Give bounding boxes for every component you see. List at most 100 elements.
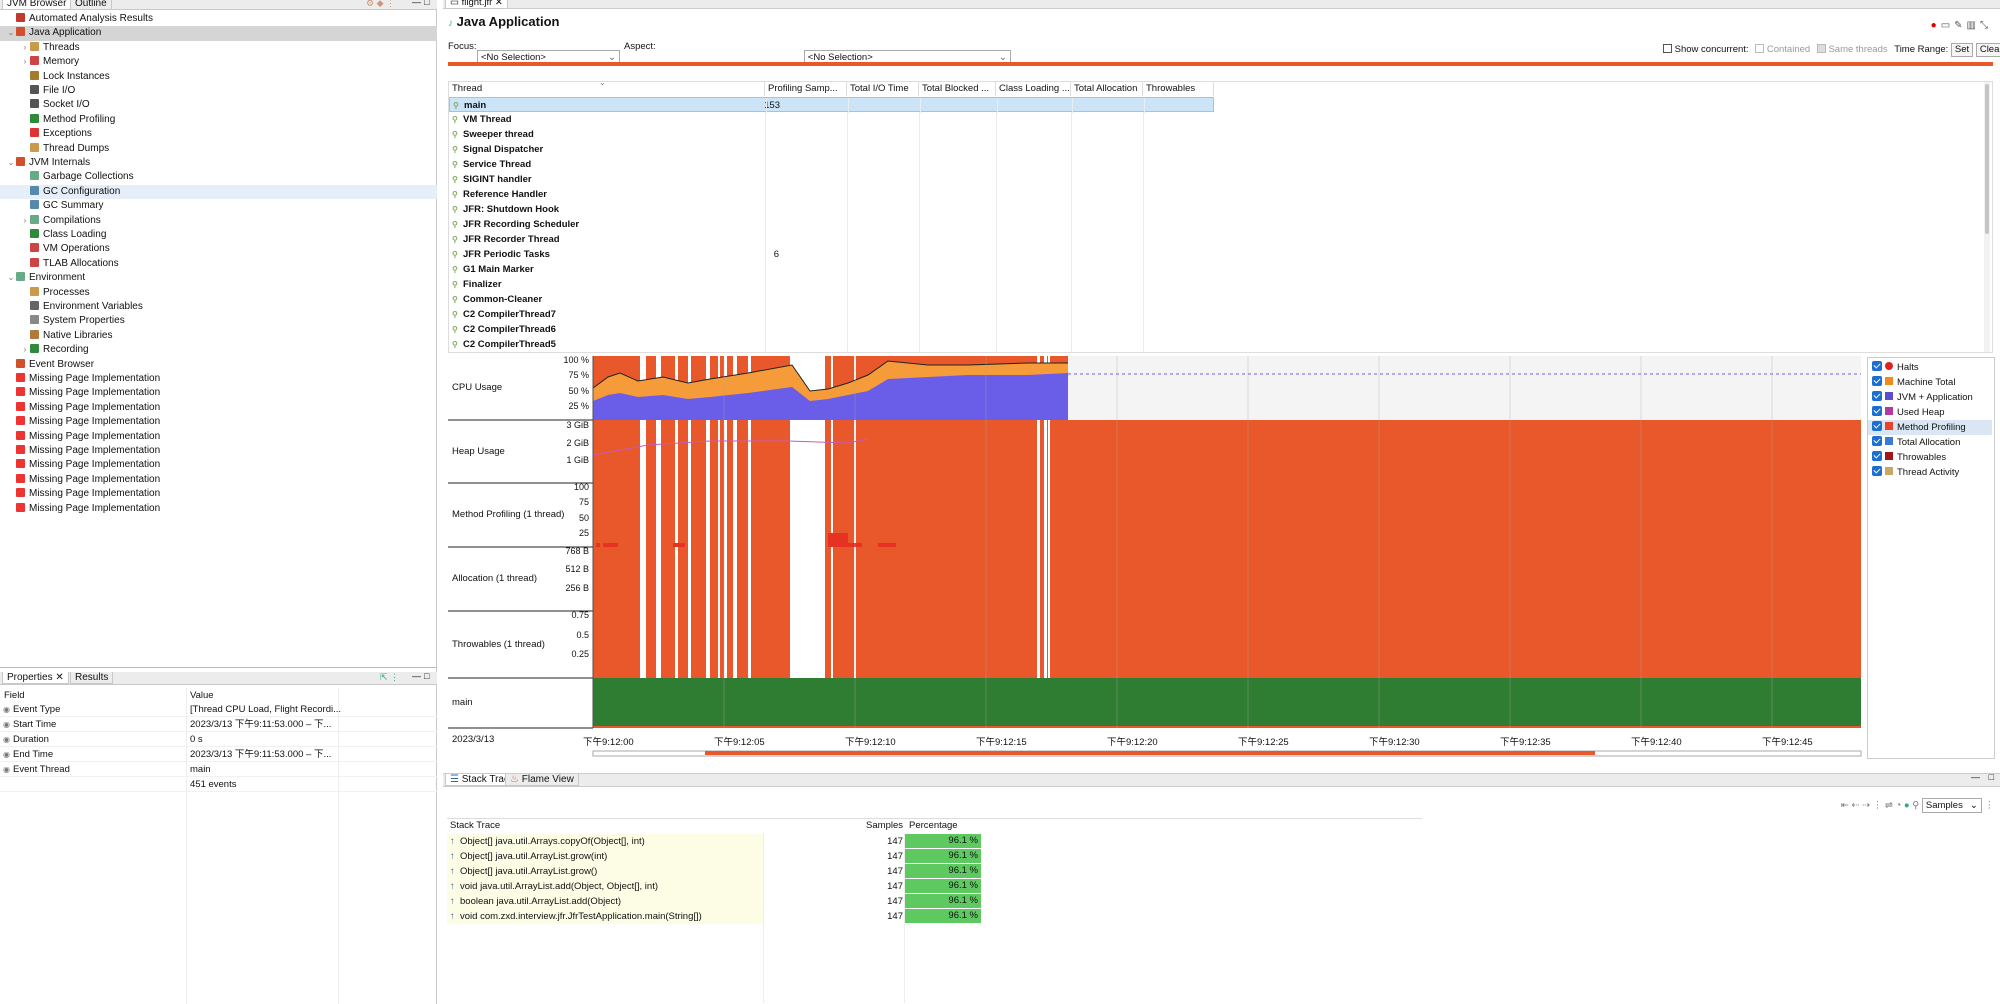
- table-row[interactable]: ⚲ Common-Cleaner: [449, 292, 1214, 307]
- legend-checkbox[interactable]: [1872, 466, 1882, 476]
- legend-checkbox[interactable]: [1872, 361, 1882, 371]
- timeline-selection[interactable]: [705, 751, 1595, 755]
- table-row[interactable]: ⚲ Reference Handler: [449, 187, 1214, 202]
- tree-item[interactable]: Environment Variables: [0, 300, 437, 314]
- stack-frame-row[interactable]: ↑ void com.zxd.interview.jfr.JfrTestAppli…: [447, 909, 1422, 924]
- open-view-icon[interactable]: ⇱ ⋮: [380, 672, 399, 683]
- tree-item[interactable]: ⌄ JVM Internals: [0, 156, 437, 170]
- layout-icon[interactable]: ⇌: [1885, 800, 1893, 811]
- table-scroll-thumb[interactable]: [1985, 84, 1989, 234]
- column-header[interactable]: Total Allocation: [1071, 82, 1143, 96]
- table-row[interactable]: ⚲ VM Thread: [449, 112, 1214, 127]
- legend-item[interactable]: Used Heap: [1868, 405, 1992, 420]
- tree-item[interactable]: › Threads: [0, 41, 437, 55]
- tab-flight-jfr[interactable]: ▭ flight.jfr ✕: [445, 0, 508, 9]
- collapsed-toggle-icon[interactable]: ›: [20, 343, 30, 357]
- tree-item[interactable]: Socket I/O: [0, 98, 437, 112]
- stack-frame-row[interactable]: ↑ Object[] java.util.ArrayList.grow() 147 9…: [447, 864, 1422, 879]
- nav-first-icon[interactable]: ⇤: [1841, 800, 1849, 811]
- table-row[interactable]: ⚲ C2 CompilerThread6: [449, 322, 1214, 337]
- tree-item[interactable]: Missing Page Implementation: [0, 430, 437, 444]
- table-row[interactable]: ⚲ JFR Recorder Thread: [449, 232, 1214, 247]
- tree-item[interactable]: Automated Analysis Results: [0, 12, 437, 26]
- group-icon[interactable]: ⋮: [1873, 800, 1883, 811]
- alert-icon[interactable]: ●: [1931, 20, 1941, 31]
- tree-item[interactable]: Garbage Collections: [0, 170, 437, 184]
- tab-properties[interactable]: Properties ✕: [2, 672, 69, 684]
- table-row[interactable]: ⚲ JFR: Shutdown Hook: [449, 202, 1214, 217]
- maximize-icon[interactable]: □: [424, 0, 429, 7]
- column-header[interactable]: Thread: [449, 82, 765, 96]
- table-row[interactable]: ⚲ C2 CompilerThread5: [449, 337, 1214, 352]
- tree-item[interactable]: Missing Page Implementation: [0, 401, 437, 415]
- table-row[interactable]: ⚲ JFR Periodic Tasks 6: [449, 247, 1214, 262]
- column-header[interactable]: Class Loading ...: [996, 82, 1071, 96]
- bottom-minimize-icon[interactable]: —: [1971, 772, 1980, 782]
- nav-next-icon[interactable]: ⇢: [1862, 800, 1870, 811]
- legend-item[interactable]: Method Profiling: [1868, 420, 1992, 435]
- table-row[interactable]: ⚲ G1 Main Marker: [449, 262, 1214, 277]
- tab-jvm-browser[interactable]: JVM Browser: [2, 0, 72, 10]
- property-row[interactable]: ◉ Event Type [Thread CPU Load, Flight Reco…: [0, 702, 437, 717]
- same-threads-checkbox[interactable]: [1816, 44, 1826, 53]
- tree-item[interactable]: ⌄ Environment: [0, 271, 437, 285]
- tree-item[interactable]: › Recording: [0, 343, 437, 357]
- table-row[interactable]: ⚲ SIGINT handler: [449, 172, 1214, 187]
- collapsed-toggle-icon[interactable]: ›: [20, 41, 30, 55]
- column-header[interactable]: Profiling Samp...: [765, 82, 847, 96]
- property-row[interactable]: ◉ Start Time 2023/3/13 下午9:11:53.000 – 下..…: [0, 717, 437, 732]
- stack-frame-row[interactable]: ↑ boolean java.util.ArrayList.add(Object)…: [447, 894, 1422, 909]
- property-row[interactable]: ◉ Event Thread main: [0, 762, 437, 777]
- tree-item[interactable]: Missing Page Implementation: [0, 458, 437, 472]
- expanded-toggle-icon[interactable]: ⌄: [6, 26, 16, 40]
- tree-item[interactable]: Thread Dumps: [0, 142, 437, 156]
- tree-item[interactable]: Exceptions: [0, 127, 437, 141]
- legend-checkbox[interactable]: [1872, 436, 1882, 446]
- tree-item[interactable]: Missing Page Implementation: [0, 372, 437, 386]
- show-concurrent-checkbox[interactable]: [1663, 44, 1672, 53]
- column-header[interactable]: Total Blocked ...: [919, 82, 996, 96]
- contained-checkbox[interactable]: [1755, 44, 1765, 53]
- tree-item[interactable]: Missing Page Implementation: [0, 444, 437, 458]
- expanded-toggle-icon[interactable]: ⌄: [6, 271, 16, 285]
- tab-results[interactable]: Results: [70, 672, 114, 684]
- tree-item[interactable]: ⌄ Java Application: [0, 26, 437, 41]
- tree-item[interactable]: Missing Page Implementation: [0, 502, 437, 516]
- property-row[interactable]: ◉ Duration 0 s: [0, 732, 437, 747]
- legend-checkbox[interactable]: [1872, 421, 1882, 431]
- table-row[interactable]: ⚲ JFR Recording Scheduler: [449, 217, 1214, 232]
- tree-item[interactable]: Missing Page Implementation: [0, 473, 437, 487]
- table-row[interactable]: ⚲ Service Thread: [449, 157, 1214, 172]
- tree-item[interactable]: Missing Page Implementation: [0, 415, 437, 429]
- stack-frame-row[interactable]: ↑ Object[] java.util.Arrays.copyOf(Object…: [447, 834, 1422, 849]
- tree-item[interactable]: › Memory: [0, 55, 437, 69]
- table-row[interactable]: ⚲ Sweeper thread: [449, 127, 1214, 142]
- property-row[interactable]: 451 events: [0, 777, 437, 792]
- tree-item[interactable]: › Compilations: [0, 214, 437, 228]
- tree-item[interactable]: TLAB Allocations: [0, 257, 437, 271]
- nav-prev-icon[interactable]: ⇠: [1852, 800, 1860, 811]
- legend-item[interactable]: Halts: [1868, 360, 1992, 375]
- legend-checkbox[interactable]: [1872, 451, 1882, 461]
- collapsed-toggle-icon[interactable]: ›: [20, 214, 30, 228]
- tree-item[interactable]: File I/O: [0, 84, 437, 98]
- more-icon[interactable]: ⋮: [1985, 800, 1995, 811]
- tree-item[interactable]: Missing Page Implementation: [0, 487, 437, 501]
- set-button[interactable]: Set: [1950, 43, 1974, 57]
- stack-frame-row[interactable]: ↑ void java.util.ArrayList.add(Object, Ob…: [447, 879, 1422, 894]
- table-scrollbar[interactable]: [1984, 82, 1990, 352]
- props-minimize-icon[interactable]: —: [412, 671, 421, 681]
- table-row[interactable]: ⚲ Finalizer: [449, 277, 1214, 292]
- table-row[interactable]: ⚲ Signal Dispatcher: [449, 142, 1214, 157]
- green-dot-icon[interactable]: ●: [1904, 800, 1910, 811]
- tree-item[interactable]: System Properties: [0, 314, 437, 328]
- column-header[interactable]: Total I/O Time: [847, 82, 919, 96]
- clear-button[interactable]: Clear: [1975, 43, 2000, 57]
- property-row[interactable]: ◉ End Time 2023/3/13 下午9:11:53.000 – 下...: [0, 747, 437, 762]
- expanded-toggle-icon[interactable]: ⌄: [6, 156, 16, 170]
- tree-item[interactable]: Missing Page Implementation: [0, 386, 437, 400]
- samples-select[interactable]: Samples ⌄: [1921, 798, 1982, 813]
- tree-item[interactable]: GC Summary: [0, 199, 437, 213]
- bottom-maximize-icon[interactable]: □: [1989, 772, 1994, 782]
- clock-icon[interactable]: ◔: [1895, 800, 1901, 811]
